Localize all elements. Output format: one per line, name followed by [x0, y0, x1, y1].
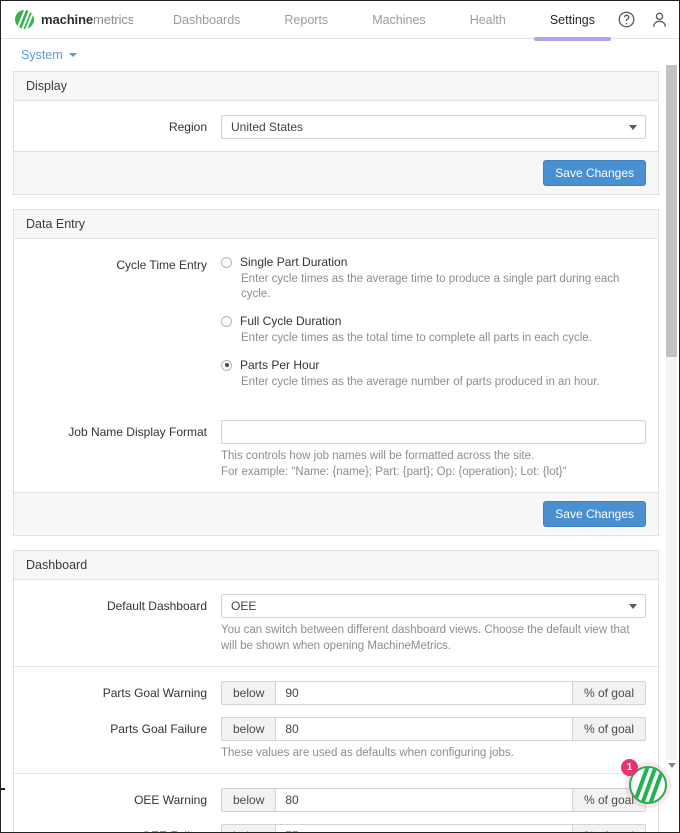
chevron-down-icon	[629, 604, 637, 609]
radio-parts-per-hour[interactable]: Parts Per Hour	[221, 358, 646, 372]
cycle-time-entry-label: Cycle Time Entry	[116, 258, 207, 272]
data-entry-panel: Data Entry Cycle Time Entry Single Part …	[13, 209, 659, 536]
oee-failure-prefix: below	[221, 824, 276, 832]
job-name-format-help-line1: This controls how job names will be form…	[221, 450, 535, 462]
vertical-scrollbar[interactable]	[666, 65, 677, 760]
oee-warning-label: OEE Warning	[134, 793, 207, 807]
radio-help-full-cycle-duration: Enter cycle times as the total time to c…	[241, 332, 592, 344]
chat-launcher-button[interactable]: 1	[621, 759, 671, 808]
breadcrumb-system-dropdown[interactable]: System	[21, 48, 77, 62]
user-account-icon[interactable]	[650, 10, 669, 29]
dashboard-panel-title: Dashboard	[14, 551, 658, 580]
parts-goal-failure-label: Parts Goal Failure	[110, 722, 207, 736]
region-select[interactable]: United States	[221, 115, 646, 139]
display-panel-title: Display	[14, 72, 658, 101]
left-edge-marker	[1, 788, 5, 790]
display-panel-footer: Save Changes	[14, 151, 658, 194]
help-circle-icon[interactable]	[617, 10, 636, 29]
display-panel-body: Region United States	[14, 101, 658, 151]
radio-label-full-cycle-duration[interactable]: Full Cycle Duration	[240, 314, 341, 328]
radio-help-single-part-duration: Enter cycle times as the average time to…	[241, 273, 620, 300]
default-dashboard-row: Default Dashboard OEE You can switch bet…	[26, 594, 646, 654]
parts-goal-failure-input-group: below % of goal	[221, 717, 646, 741]
parts-goal-warning-input[interactable]	[275, 681, 573, 705]
radio-label-single-part-duration[interactable]: Single Part Duration	[240, 255, 347, 269]
chat-unread-badge: 1	[621, 759, 638, 776]
oee-warning-prefix: below	[221, 788, 276, 812]
dashboard-default-body: Default Dashboard OEE You can switch bet…	[14, 580, 658, 666]
display-panel: Display Region United States Save Change…	[13, 71, 659, 195]
parts-goal-warning-prefix: below	[221, 681, 276, 705]
job-name-format-label: Job Name Display Format	[68, 425, 207, 439]
parts-goal-warning-suffix: % of goal	[572, 681, 646, 705]
brand-bold-text: machine	[41, 12, 94, 27]
nav-item-machines[interactable]: Machines	[350, 1, 448, 38]
default-dashboard-select[interactable]: OEE	[221, 594, 646, 618]
cycle-time-entry-row: Cycle Time Entry Single Part Duration En…	[26, 253, 646, 402]
oee-warning-row: OEE Warning below % of goal	[26, 788, 646, 812]
parts-goal-body: Parts Goal Warning below % of goal Parts…	[14, 667, 658, 773]
job-name-format-row: Job Name Display Format This controls ho…	[26, 420, 646, 480]
radio-full-cycle-duration[interactable]: Full Cycle Duration	[221, 314, 646, 328]
display-save-changes-button[interactable]: Save Changes	[543, 160, 646, 186]
dashboard-panel: Dashboard Default Dashboard OEE You can …	[13, 550, 659, 832]
brand-logo[interactable]: machinemetrics	[1, 10, 133, 29]
region-select-value: United States	[231, 120, 304, 134]
breadcrumb: System	[1, 39, 679, 71]
parts-goal-failure-suffix: % of goal	[572, 717, 646, 741]
oee-warning-input[interactable]	[275, 788, 573, 812]
radio-icon-single-part-duration[interactable]	[221, 256, 232, 268]
header-actions	[617, 10, 679, 29]
radio-icon-full-cycle-duration[interactable]	[221, 315, 232, 327]
settings-scroll-area: Display Region United States Save Change…	[1, 71, 679, 832]
default-dashboard-label: Default Dashboard	[106, 599, 207, 613]
brand-wordmark: machinemetrics	[41, 12, 133, 27]
scrollbar-down-arrow-icon[interactable]	[668, 763, 676, 768]
app-window: machinemetrics Dashboards Reports Machin…	[0, 0, 680, 833]
default-dashboard-select-value: OEE	[231, 599, 257, 613]
data-entry-panel-title: Data Entry	[14, 210, 658, 239]
radio-help-parts-per-hour: Enter cycle times as the average number …	[241, 376, 600, 388]
job-name-format-input[interactable]	[221, 420, 646, 444]
default-dashboard-help-line2: will be shown when opening MachineMetric…	[221, 640, 452, 652]
breadcrumb-label: System	[21, 48, 63, 62]
chevron-down-icon	[629, 125, 637, 130]
parts-goal-failure-row: Parts Goal Failure below % of goal These…	[26, 717, 646, 761]
machinemetrics-logo-icon	[15, 10, 34, 29]
radio-icon-parts-per-hour[interactable]	[221, 359, 232, 371]
default-dashboard-help-line1: You can switch between different dashboa…	[221, 624, 630, 636]
parts-goal-failure-input[interactable]	[275, 717, 573, 741]
brand-light-text: metrics	[93, 12, 133, 27]
data-entry-save-changes-button[interactable]: Save Changes	[543, 501, 646, 527]
caret-down-icon	[68, 53, 77, 57]
oee-failure-input-group: below % of goal	[221, 824, 646, 832]
parts-goal-warning-input-group: below % of goal	[221, 681, 646, 705]
parts-goal-warning-row: Parts Goal Warning below % of goal	[26, 681, 646, 705]
oee-failure-suffix: % of goal	[572, 824, 646, 832]
oee-failure-input[interactable]	[275, 824, 573, 832]
oee-warning-input-group: below % of goal	[221, 788, 646, 812]
region-row: Region United States	[26, 115, 646, 139]
parts-goal-warning-label: Parts Goal Warning	[102, 686, 207, 700]
nav-item-settings[interactable]: Settings	[528, 1, 617, 41]
data-entry-panel-footer: Save Changes	[14, 492, 658, 535]
oee-failure-label: OEE Failure	[26, 824, 221, 832]
parts-goal-failure-prefix: below	[221, 717, 276, 741]
parts-goal-help: These values are used as defaults when c…	[221, 747, 514, 759]
scrollbar-thumb[interactable]	[666, 65, 677, 357]
radio-single-part-duration[interactable]: Single Part Duration	[221, 255, 646, 269]
job-name-format-help-line2: For example: "Name: {name}; Part: {part}…	[221, 466, 567, 478]
nav-item-dashboards[interactable]: Dashboards	[151, 1, 262, 38]
main-nav: Dashboards Reports Machines Health Setti…	[133, 1, 617, 41]
nav-item-reports[interactable]: Reports	[262, 1, 350, 38]
oee-failure-row: OEE Failure below % of goal These values…	[26, 824, 646, 832]
nav-item-health[interactable]: Health	[448, 1, 528, 38]
region-label: Region	[168, 120, 207, 134]
top-navigation-bar: machinemetrics Dashboards Reports Machin…	[1, 1, 679, 41]
radio-label-parts-per-hour[interactable]: Parts Per Hour	[240, 358, 319, 372]
oee-goal-body: OEE Warning below % of goal OEE Failure …	[14, 774, 658, 832]
data-entry-panel-body: Cycle Time Entry Single Part Duration En…	[14, 239, 658, 492]
